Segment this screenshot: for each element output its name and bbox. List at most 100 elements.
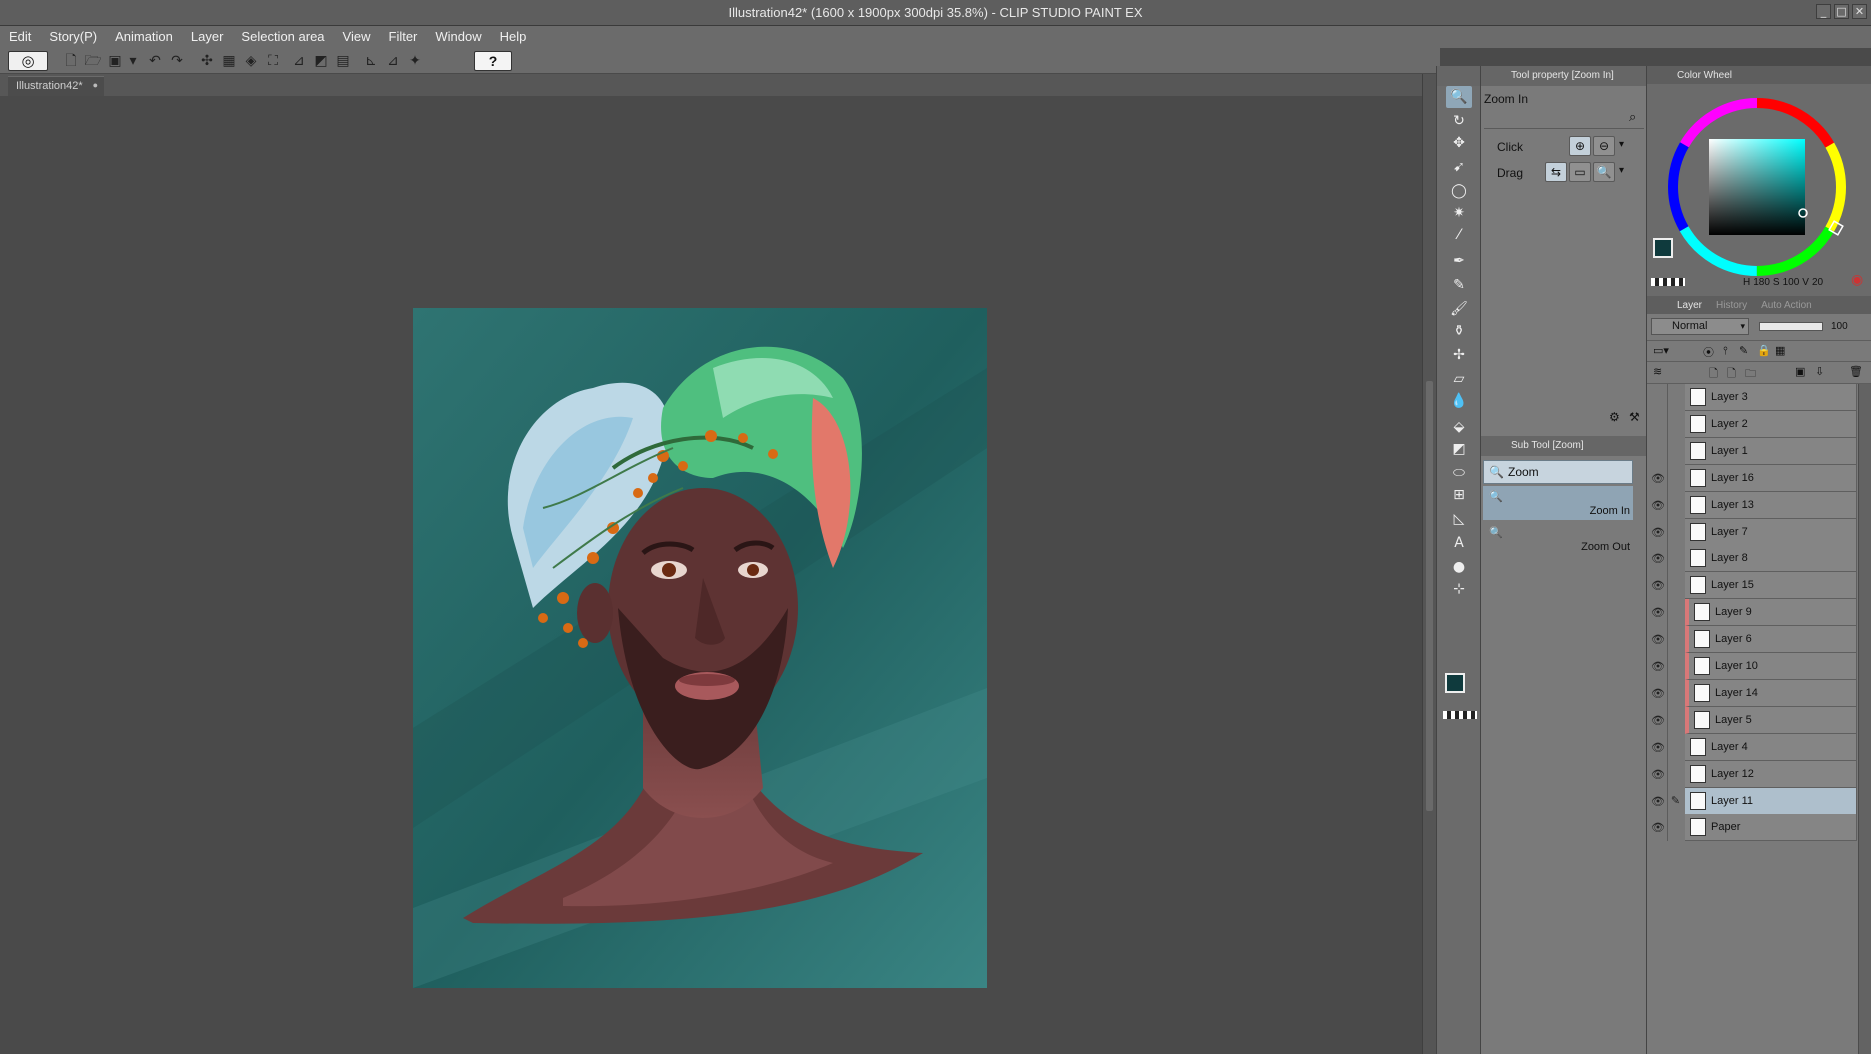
mask-icon[interactable]: ⦿ [1703,344,1714,360]
layer-row[interactable]: 👁 Paper [1647,814,1857,842]
redo-icon[interactable]: ↷ [166,51,188,71]
menu-layer[interactable]: Layer [182,26,233,48]
edit-target-icon[interactable] [1667,464,1683,492]
decoration-tool-icon[interactable]: ✢ [1446,344,1472,366]
drag-magnify-button[interactable]: 🔍 [1593,162,1615,182]
menu-animation[interactable]: Animation [106,26,182,48]
edit-target-icon[interactable] [1667,599,1683,627]
chevron-down-icon[interactable]: ▾ [1619,165,1624,176]
figure-tool-icon[interactable]: ⬭ [1446,462,1472,484]
airbrush-tool-icon[interactable]: ⚱ [1446,320,1472,342]
wrench-icon[interactable]: ⚒ [1629,410,1640,424]
fill-tool-icon[interactable]: ⬙ [1446,416,1472,438]
opacity-slider[interactable] [1759,322,1823,331]
edit-target-icon[interactable] [1667,706,1683,734]
color-wheel[interactable] [1647,84,1871,296]
frame-tool-icon[interactable]: ⊞ [1446,484,1472,506]
text-tool-icon[interactable]: A [1446,532,1472,554]
tool-settings-icon[interactable]: ⌕ [1629,110,1636,125]
eye-icon[interactable]: 👁 [1649,492,1667,519]
layer-row[interactable]: 👁 Layer 14 [1647,679,1857,707]
edit-target-icon[interactable] [1667,491,1683,519]
eye-icon[interactable]: 👁 [1649,761,1667,788]
layer-body[interactable]: Layer 3 [1685,384,1857,411]
main-color-swatch[interactable] [1445,673,1465,693]
layer-body[interactable]: Layer 11 [1685,787,1857,815]
snap-grid-icon[interactable]: ✦ [404,51,426,71]
layer-body[interactable]: Paper [1685,814,1857,842]
layer-body[interactable]: Layer 14 [1685,679,1857,707]
layer-row[interactable]: Layer 2 [1647,410,1857,438]
menu-help[interactable]: Help [491,26,536,48]
layers-icon[interactable]: ≋ [1653,365,1662,378]
new-raster-layer-icon[interactable]: 🗋 [1709,365,1718,384]
lock-icon[interactable]: 🔒 [1757,344,1771,357]
blend-mode-select[interactable]: Normal ▾ [1651,318,1749,335]
drag-mode-button[interactable]: ⇆ [1545,162,1567,182]
layer-body[interactable]: Layer 13 [1685,491,1857,519]
move-tool-icon[interactable]: ✥ [1446,132,1472,154]
snap-ruler-icon[interactable]: ⊾ [360,51,382,71]
click-zoom-out-button[interactable]: ⊖ [1593,136,1615,156]
layer-body[interactable]: Layer 7 [1685,518,1857,546]
transform-icon[interactable]: ✣ [196,51,218,71]
reference-icon[interactable]: ⫯ [1723,344,1728,358]
gear-icon[interactable]: ⚙ [1609,410,1620,424]
ruler-tool-icon[interactable]: ◺ [1446,508,1472,530]
eye-icon[interactable] [1649,411,1667,438]
history-tab[interactable]: History [1716,300,1747,311]
canvas-artwork[interactable] [413,308,987,988]
document-tab[interactable]: Illustration42* ● [8,76,104,96]
auto-action-tab[interactable]: Auto Action [1761,300,1812,311]
edit-target-icon[interactable] [1667,518,1683,546]
canvas-scroll-thumb[interactable] [1426,381,1433,811]
layer-row[interactable]: 👁 Layer 5 [1647,706,1857,734]
draft-icon[interactable]: ✎ [1739,344,1748,357]
layer-body[interactable]: Layer 4 [1685,733,1857,761]
transparent-color-swatch[interactable] [1443,711,1477,719]
select-icon[interactable]: ▤ [332,51,354,71]
layer-body[interactable]: Layer 1 [1685,437,1857,465]
eye-icon[interactable]: 👁 [1649,680,1667,707]
eye-icon[interactable]: 👁 [1649,814,1667,841]
save-menu-icon[interactable]: ▾ [122,51,144,71]
sub-tool-zoom-out[interactable]: 🔍 Zoom Out [1483,522,1633,556]
close-button[interactable]: ✕ [1852,4,1867,19]
color-wheel-tab[interactable]: Color Wheel [1677,70,1732,81]
balloon-tool-icon[interactable]: ● [1446,556,1472,578]
rotate-tool-icon[interactable]: ↻ [1446,110,1472,132]
clear-icon[interactable]: ▦ [218,51,240,71]
edit-target-icon[interactable] [1667,384,1683,411]
zoom-tool-icon[interactable]: 🔍 [1446,86,1472,108]
edit-target-icon[interactable] [1667,653,1683,680]
transparent-color-swatch[interactable] [1651,278,1685,286]
snap-special-icon[interactable]: ⊿ [382,51,404,71]
lock-alpha-icon[interactable]: ▦ [1775,344,1785,357]
layer-body[interactable]: Layer 12 [1685,760,1857,788]
eye-icon[interactable]: 👁 [1649,653,1667,680]
layer-body[interactable]: Layer 10 [1685,653,1857,680]
new-vector-layer-icon[interactable]: 🗋 [1727,365,1736,384]
menu-edit[interactable]: Edit [0,26,40,48]
maximize-button[interactable]: □ [1834,4,1849,19]
menu-window[interactable]: Window [426,26,490,48]
chevron-down-icon[interactable]: ▾ [1619,139,1624,150]
layer-row[interactable]: 👁 Layer 8 [1647,545,1857,573]
edit-target-icon[interactable] [1667,814,1683,842]
drag-rect-button[interactable]: ▭ [1569,162,1591,182]
layer-row[interactable]: 👁 Layer 16 [1647,464,1857,492]
edit-target-icon[interactable]: ✎ [1667,787,1683,815]
layer-row[interactable]: 👁 ✎ Layer 11 [1647,787,1857,815]
opacity-value[interactable]: 100 [1831,321,1848,332]
layer-row[interactable]: 👁 Layer 4 [1647,733,1857,761]
minimize-button[interactable]: _ [1816,4,1831,19]
edit-target-icon[interactable] [1667,410,1683,438]
eye-icon[interactable]: 👁 [1649,465,1667,492]
brush-tool-icon[interactable]: 🖌 [1446,298,1472,320]
invert-icon[interactable]: ◩ [310,51,332,71]
new-icon[interactable]: 🗋 [60,51,82,71]
eye-icon[interactable]: 👁 [1649,572,1667,599]
main-color-swatch[interactable] [1653,238,1673,258]
edit-target-icon[interactable] [1667,437,1683,465]
pen-tool-icon[interactable]: ✒ [1446,250,1472,272]
